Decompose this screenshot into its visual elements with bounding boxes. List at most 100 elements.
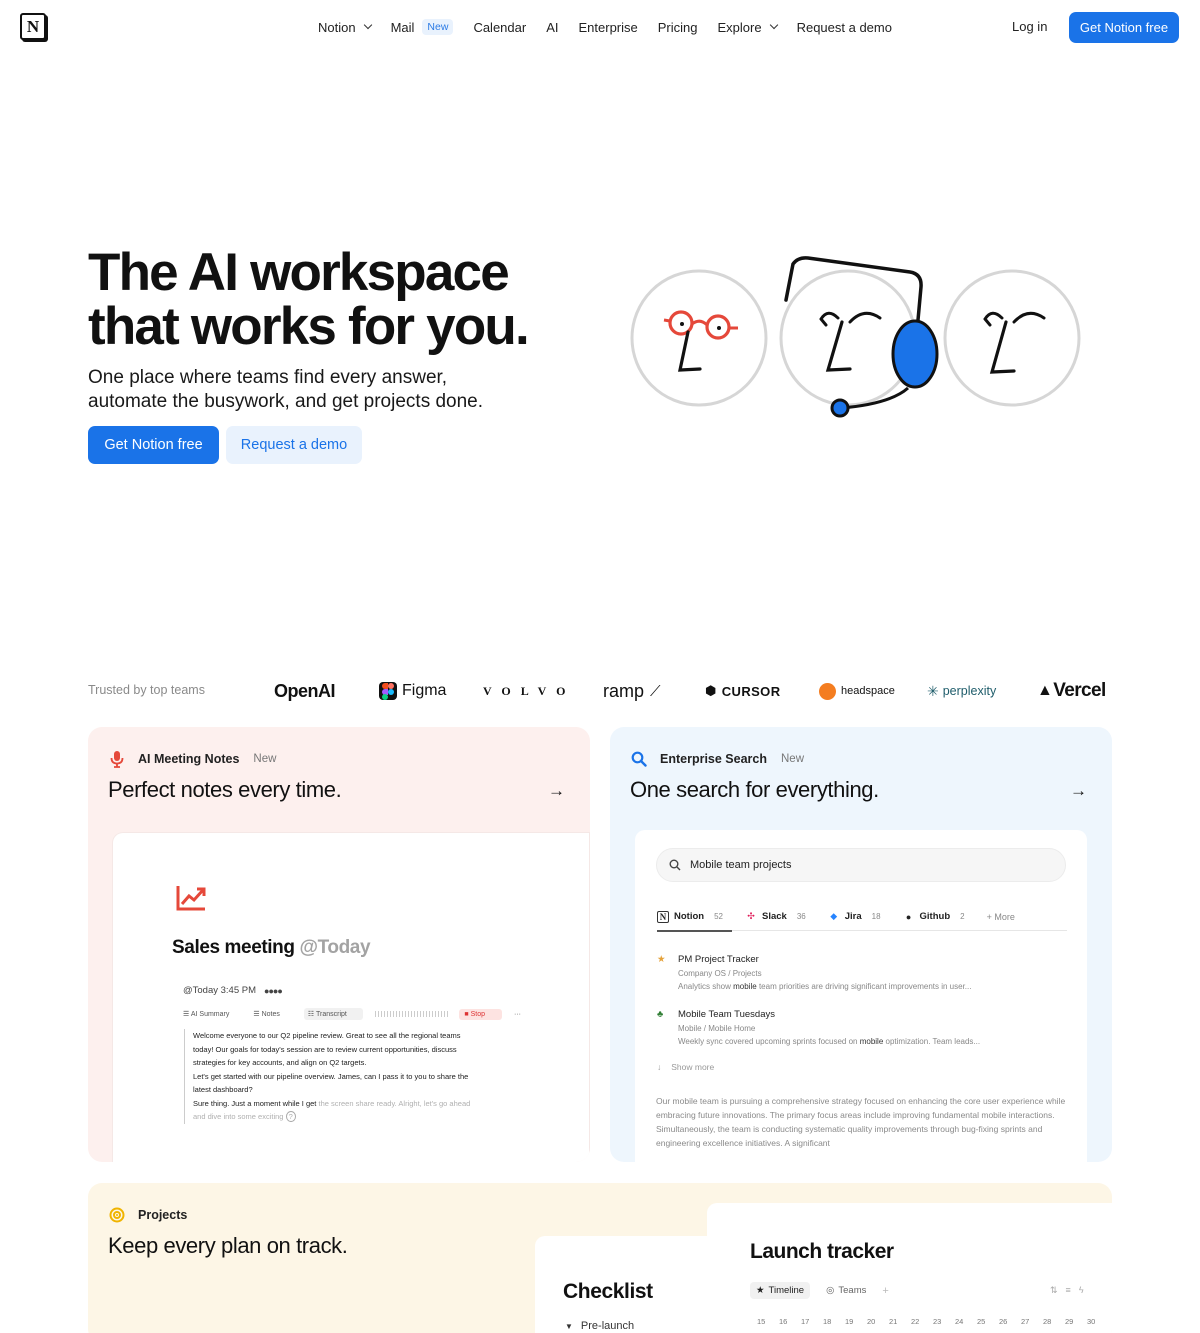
more-sources-button[interactable]: + More xyxy=(987,912,1015,922)
nav-item-pricing[interactable]: Pricing xyxy=(658,20,698,35)
hero-get-notion-free-button[interactable]: Get Notion free xyxy=(88,426,219,464)
trend-chart-icon xyxy=(176,886,206,911)
arrow-down-icon: ↓ xyxy=(657,1062,662,1072)
github-icon: ● xyxy=(905,911,912,922)
search-result[interactable]: ♣ Mobile Team Tuesdays Mobile / Mobile Ho… xyxy=(657,1009,1057,1046)
perplexity-logo: ✳ perplexity xyxy=(927,682,997,699)
triangle-down-icon: ▼ xyxy=(565,1322,573,1331)
search-input[interactable]: Mobile team projects xyxy=(656,848,1066,882)
checklist-item[interactable]: ▼ Pre-launch xyxy=(565,1320,634,1332)
source-jira[interactable]: ◆ Jira 18 xyxy=(828,911,880,923)
notes-tabs: ☰ AI Summary ☰ Notes ☷ Transcript ■ Stop… xyxy=(183,1008,533,1020)
source-filters: N Notion 52 ✣ Slack 36 ◆ Jira 18 ● Github 2 + Mo… xyxy=(657,903,1067,931)
headspace-logo: headspace xyxy=(819,678,895,704)
sort-icon[interactable]: ⇅ xyxy=(1050,1285,1066,1295)
slack-icon: ✣ xyxy=(747,911,755,921)
new-badge: New xyxy=(781,753,805,765)
card-title: Perfect notes every time. xyxy=(108,777,342,802)
tab-timeline[interactable]: ★ Timeline xyxy=(750,1282,811,1299)
checklist-preview: Checklist ▼ Pre-launch xyxy=(535,1236,735,1333)
source-notion[interactable]: N Notion 52 xyxy=(657,910,723,923)
nav-item-explore[interactable]: Explore xyxy=(718,20,778,35)
filter-icon[interactable]: ≡ xyxy=(1066,1285,1079,1295)
card-tag: Projects xyxy=(108,1206,187,1224)
meeting-title: Sales meeting @Today xyxy=(172,937,371,958)
get-notion-free-button[interactable]: Get Notion free xyxy=(1069,12,1179,43)
audio-waveform xyxy=(374,1011,450,1017)
vercel-logo: ▲ Vercel xyxy=(1037,680,1106,701)
checklist-title: Checklist xyxy=(563,1280,653,1303)
hero-request-demo-button[interactable]: Request a demo xyxy=(226,426,362,464)
search-icon xyxy=(669,859,681,871)
nav-item-calendar[interactable]: Calendar xyxy=(473,20,526,35)
nav-links: Notion Mail New Calendar AI Enterprise Pr… xyxy=(318,19,912,35)
ramp-mark-icon: ⟋ xyxy=(650,682,661,700)
card-tag: Enterprise Search New xyxy=(630,750,804,768)
target-icon: ◎ xyxy=(826,1285,835,1296)
view-tools: ⇅≡ϟ xyxy=(1050,1285,1092,1296)
active-source-indicator xyxy=(657,930,732,932)
perplexity-mark-icon: ✳ xyxy=(927,682,939,699)
card-title: Keep every plan on track. xyxy=(108,1233,348,1258)
attendee-avatars: ●●●● xyxy=(264,985,283,996)
volvo-logo: VOLVO xyxy=(483,683,576,698)
nav-item-request-demo[interactable]: Request a demo xyxy=(797,20,892,35)
hero-faces-illustration xyxy=(630,256,1081,418)
source-slack[interactable]: ✣ Slack 36 xyxy=(745,911,806,923)
more-icon[interactable]: ··· xyxy=(514,1011,521,1018)
nav-item-ai[interactable]: AI xyxy=(546,20,558,35)
launch-tracker-preview: Launch tracker ★ Timeline ◎ Teams + ⇅≡ϟ 15… xyxy=(707,1203,1112,1333)
notion-logo-icon[interactable]: N xyxy=(20,13,46,40)
target-icon xyxy=(108,1206,126,1224)
tab-transcript[interactable]: ☷ Transcript xyxy=(303,1008,363,1020)
openai-logo: OpenAI xyxy=(274,680,336,701)
tree-icon: ♣ xyxy=(657,1009,664,1020)
arrow-right-icon[interactable]: → xyxy=(1070,781,1087,801)
stop-button[interactable]: ■ Stop xyxy=(459,1008,502,1020)
nav-item-mail[interactable]: Mail New xyxy=(391,19,454,35)
ramp-logo: ramp ⟋ xyxy=(603,680,661,701)
source-github[interactable]: ● Github 2 xyxy=(903,911,965,923)
tab-ai-summary[interactable]: ☰ AI Summary xyxy=(183,1010,241,1018)
hero-subtitle: One place where teams find every answer,… xyxy=(88,367,484,412)
star-icon: ★ xyxy=(756,1285,765,1296)
microphone-icon xyxy=(108,750,126,768)
card-projects[interactable]: Projects Keep every plan on track. Check… xyxy=(88,1183,1112,1333)
star-icon: ★ xyxy=(657,954,666,965)
chevron-down-icon xyxy=(769,20,778,30)
top-nav: N Notion Mail New Calendar AI Enterprise … xyxy=(0,0,1200,56)
meeting-notes-preview: Sales meeting @Today @Today 3:45 PM ●●●●… xyxy=(113,833,589,1162)
launch-tracker-title: Launch tracker xyxy=(750,1240,894,1263)
cube-icon: ⬢ xyxy=(705,683,717,698)
add-view-icon[interactable]: + xyxy=(882,1285,888,1297)
orange-dot-icon xyxy=(819,682,836,700)
figma-icon xyxy=(379,682,397,700)
timeline-days: 15 16 17 18 19 20 21 22 23 24 25 26 27 2… xyxy=(757,1317,1096,1326)
tab-teams[interactable]: ◎ Teams xyxy=(820,1282,872,1299)
search-result[interactable]: ★ PM Project Tracker Company OS / Project… xyxy=(657,954,1057,991)
card-enterprise-search[interactable]: Enterprise Search New One search for eve… xyxy=(610,727,1112,1162)
search-preview: Mobile team projects N Notion 52 ✣ Slack 36 … xyxy=(635,830,1087,1162)
figma-logo: Figma xyxy=(379,678,446,704)
tab-notes[interactable]: ☰ Notes xyxy=(253,1010,292,1018)
hero-title: The AI workspace that works for you. xyxy=(88,243,530,356)
magnifier-icon xyxy=(630,750,648,768)
card-tag: AI Meeting Notes New xyxy=(108,750,276,768)
card-ai-meeting-notes[interactable]: AI Meeting Notes New Perfect notes every… xyxy=(88,727,590,1162)
view-tabs: ★ Timeline ◎ Teams + xyxy=(750,1282,889,1299)
arrow-right-icon[interactable]: → xyxy=(548,781,565,801)
ai-icon: ? xyxy=(285,1111,296,1122)
lightning-icon[interactable]: ϟ xyxy=(1079,1285,1092,1295)
nav-item-enterprise[interactable]: Enterprise xyxy=(579,20,638,35)
new-badge: New xyxy=(253,753,277,765)
meeting-meta: @Today 3:45 PM ●●●● xyxy=(183,985,283,996)
chevron-down-icon xyxy=(363,20,372,30)
login-link[interactable]: Log in xyxy=(1012,19,1047,34)
triangle-icon: ▲ xyxy=(1037,682,1053,699)
ai-summary-text: Our mobile team is pursuing a comprehens… xyxy=(656,1096,1066,1148)
nav-item-notion[interactable]: Notion xyxy=(318,20,372,35)
show-more-link[interactable]: ↓ Show more xyxy=(657,1062,714,1072)
card-title: One search for everything. xyxy=(630,777,879,802)
transcript-text: Welcome everyone to our Q2 pipeline revi… xyxy=(184,1029,514,1124)
new-badge: New xyxy=(422,19,454,35)
